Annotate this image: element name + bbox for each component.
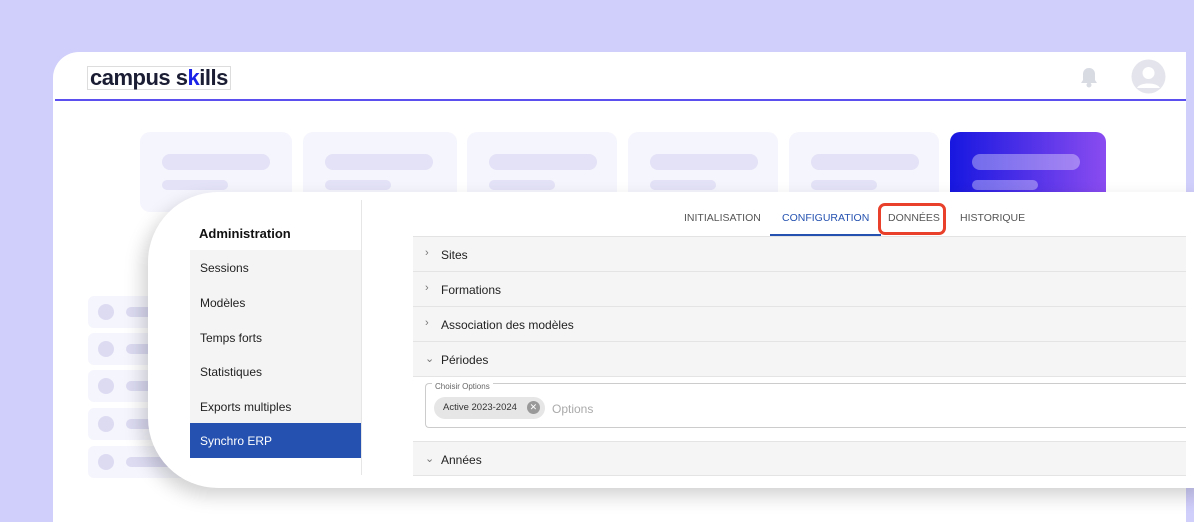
accordion-sites[interactable]: › Sites [413,237,1186,272]
user-avatar-icon[interactable] [1131,59,1166,94]
accordion-label: Sites [441,248,468,262]
highlight-box [878,203,946,235]
accordion-association-modeles[interactable]: › Association des modèles [413,307,1186,342]
sidebar-divider [361,200,362,475]
sidebar-item-synchro-erp[interactable]: Synchro ERP [190,423,361,458]
logo[interactable]: campus skills [87,66,231,90]
header-divider [55,99,1186,101]
sidebar-item-temps-forts[interactable]: Temps forts [190,320,361,355]
chevron-down-icon: ⌄ [425,453,435,465]
logo-text-end: ills [199,65,228,90]
chip-label: Active 2023-2024 [443,402,517,413]
selected-chip: Active 2023-2024 ✕ [434,397,545,419]
logo-text-k: k [187,65,200,90]
bell-icon[interactable] [1079,66,1099,88]
accordion-periodes[interactable]: ⌄ Périodes [413,342,1186,377]
logo-text: campus s [90,65,188,90]
accordion-label: Association des modèles [441,318,574,332]
chevron-down-icon: ⌄ [425,353,435,365]
sidebar-item-statistiques[interactable]: Statistiques [190,354,361,389]
chevron-right-icon: › [425,282,429,294]
accordion-label: Années [441,453,482,467]
sidebar-item-sessions[interactable]: Sessions [190,250,361,285]
field-label: Choisir Options [432,382,493,391]
sidebar-item-modeles[interactable]: Modèles [190,285,361,320]
tab-initialisation[interactable]: INITIALISATION [684,212,761,236]
chevron-right-icon: › [425,317,429,329]
accordion-annees[interactable]: ⌄ Années [413,441,1186,476]
sidebar-title: Administration [199,226,291,241]
accordion-label: Périodes [441,353,489,367]
tab-historique[interactable]: HISTORIQUE [960,212,1025,236]
tab-configuration[interactable]: CONFIGURATION [770,212,882,236]
accordion-formations[interactable]: › Formations [413,272,1186,307]
accordion-label: Formations [441,283,502,297]
chevron-right-icon: › [425,247,429,259]
sidebar-item-exports[interactable]: Exports multiples [190,389,361,424]
options-placeholder[interactable]: Options [552,402,593,416]
close-circle-icon[interactable]: ✕ [526,401,540,414]
